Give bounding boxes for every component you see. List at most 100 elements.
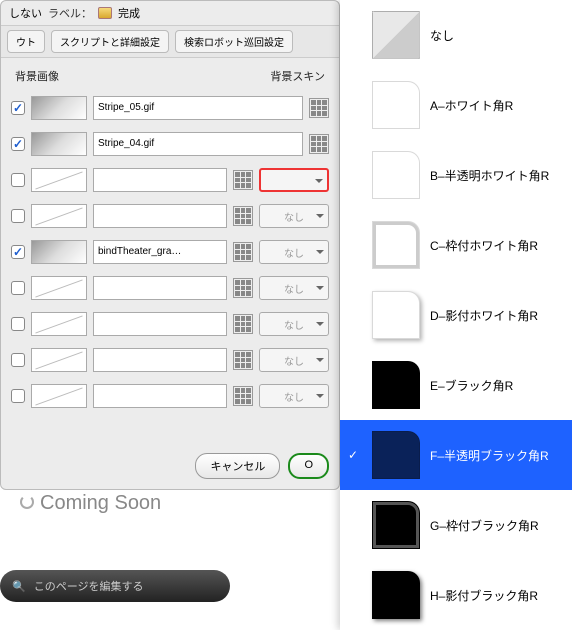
- grid-icon[interactable]: [233, 278, 253, 298]
- dropdown-label: C–枠付ホワイト角R: [430, 237, 538, 254]
- grid-icon[interactable]: [233, 350, 253, 370]
- row-swatch[interactable]: [31, 204, 87, 228]
- label-prefix: ラベル：: [48, 5, 92, 21]
- skin-select[interactable]: なし: [259, 276, 329, 300]
- folder-icon: [98, 7, 112, 19]
- skin-thumbnail: [372, 571, 420, 619]
- skin-thumbnail: [372, 11, 420, 59]
- row-swatch[interactable]: [31, 276, 87, 300]
- row-checkbox[interactable]: [11, 209, 25, 223]
- dropdown-label: D–影付ホワイト角R: [430, 307, 538, 324]
- tab-robot[interactable]: 検索ロボット巡回設定: [175, 30, 293, 53]
- row-swatch[interactable]: [31, 312, 87, 336]
- dropdown-item[interactable]: B–半透明ホワイト角R: [340, 140, 572, 210]
- tab-layout[interactable]: ウト: [7, 30, 45, 53]
- skin-thumbnail: [372, 291, 420, 339]
- tab-script[interactable]: スクリプトと詳細設定: [51, 30, 169, 53]
- grid-icon[interactable]: [233, 386, 253, 406]
- dropdown-item[interactable]: C–枠付ホワイト角R: [340, 210, 572, 280]
- row-checkbox[interactable]: [11, 353, 25, 367]
- row-filename[interactable]: bindTheater_gra…: [93, 240, 227, 264]
- row-checkbox[interactable]: [11, 137, 25, 151]
- row-filename[interactable]: [93, 276, 227, 300]
- row-swatch[interactable]: [31, 132, 87, 156]
- section-bg-skin: 背景スキン: [270, 68, 325, 84]
- bg-row: bindTheater_gra… なし: [11, 234, 329, 270]
- skin-select[interactable]: なし: [259, 384, 329, 408]
- bg-row: Stripe_05.gif: [11, 90, 329, 126]
- dropdown-item[interactable]: G–枠付ブラック角R: [340, 490, 572, 560]
- dropdown-label: なし: [430, 27, 454, 44]
- row-filename[interactable]: [93, 348, 227, 372]
- bg-row: Stripe_04.gif: [11, 126, 329, 162]
- grid-icon[interactable]: [309, 98, 329, 118]
- row-filename[interactable]: Stripe_04.gif: [93, 132, 303, 156]
- skin-thumbnail: [372, 501, 420, 549]
- bg-rows: Stripe_05.gifStripe_04.gifなしbindTheater_…: [1, 88, 339, 416]
- bg-row: なし: [11, 198, 329, 234]
- bg-row: [11, 162, 329, 198]
- skin-select[interactable]: [259, 168, 329, 192]
- grid-icon[interactable]: [233, 242, 253, 262]
- skin-thumbnail: [372, 431, 420, 479]
- skin-select[interactable]: なし: [259, 204, 329, 228]
- dropdown-label: E–ブラック角R: [430, 377, 513, 394]
- grid-icon[interactable]: [233, 170, 253, 190]
- skin-select[interactable]: なし: [259, 240, 329, 264]
- skin-thumbnail: [372, 151, 420, 199]
- grid-icon[interactable]: [309, 134, 329, 154]
- coming-soon: Coming Soon: [20, 492, 161, 515]
- dropdown-label: G–枠付ブラック角R: [430, 517, 539, 534]
- row-swatch[interactable]: [31, 168, 87, 192]
- skin-dropdown[interactable]: なし A–ホワイト角R B–半透明ホワイト角R C–枠付ホワイト角R D–影付ホワイト角…: [340, 0, 572, 630]
- edit-page-bar[interactable]: 🔍 このページを編集する: [0, 570, 230, 602]
- bg-row: なし: [11, 270, 329, 306]
- row-checkbox[interactable]: [11, 101, 25, 115]
- label-row: しない ラベル： 完成: [1, 1, 339, 25]
- row-swatch[interactable]: [31, 240, 87, 264]
- check-icon: ✓: [348, 448, 362, 462]
- grid-icon[interactable]: [233, 206, 253, 226]
- ok-button[interactable]: O: [288, 453, 329, 479]
- row-swatch[interactable]: [31, 348, 87, 372]
- dropdown-item[interactable]: なし: [340, 0, 572, 70]
- skin-thumbnail: [372, 81, 420, 129]
- dropdown-item[interactable]: A–ホワイト角R: [340, 70, 572, 140]
- row-checkbox[interactable]: [11, 281, 25, 295]
- row-filename[interactable]: [93, 168, 227, 192]
- section-bg-image: 背景画像: [15, 68, 59, 84]
- dropdown-label: H–影付ブラック角R: [430, 587, 538, 604]
- skin-select[interactable]: なし: [259, 348, 329, 372]
- dialog-buttons: キャンセル O: [195, 453, 329, 479]
- dropdown-label: B–半透明ホワイト角R: [430, 167, 549, 184]
- grid-icon[interactable]: [233, 314, 253, 334]
- settings-dialog: しない ラベル： 完成 ウト スクリプトと詳細設定 検索ロボット巡回設定 背景画…: [0, 0, 340, 490]
- dropdown-item[interactable]: H–影付ブラック角R: [340, 560, 572, 630]
- row-filename[interactable]: Stripe_05.gif: [93, 96, 303, 120]
- row-swatch[interactable]: [31, 96, 87, 120]
- row-filename[interactable]: [93, 384, 227, 408]
- bg-row: なし: [11, 378, 329, 414]
- row-swatch[interactable]: [31, 384, 87, 408]
- edit-page-label: このページを編集する: [34, 578, 144, 594]
- dropdown-item[interactable]: E–ブラック角R: [340, 350, 572, 420]
- row-checkbox[interactable]: [11, 317, 25, 331]
- tab-bar: ウト スクリプトと詳細設定 検索ロボット巡回設定: [1, 25, 339, 58]
- search-icon: 🔍: [12, 580, 26, 593]
- row-checkbox[interactable]: [11, 389, 25, 403]
- row-filename[interactable]: [93, 204, 227, 228]
- skin-thumbnail: [372, 221, 420, 269]
- bg-row: なし: [11, 342, 329, 378]
- done-label: 完成: [118, 5, 140, 21]
- row-filename[interactable]: [93, 312, 227, 336]
- spinner-icon: [20, 495, 34, 509]
- row-checkbox[interactable]: [11, 173, 25, 187]
- cancel-button[interactable]: キャンセル: [195, 453, 280, 479]
- dropdown-item[interactable]: ✓ F–半透明ブラック角R: [340, 420, 572, 490]
- not-label: しない: [9, 5, 42, 21]
- dropdown-label: F–半透明ブラック角R: [430, 447, 549, 464]
- section-headers: 背景画像 背景スキン: [1, 58, 339, 88]
- dropdown-item[interactable]: D–影付ホワイト角R: [340, 280, 572, 350]
- row-checkbox[interactable]: [11, 245, 25, 259]
- skin-select[interactable]: なし: [259, 312, 329, 336]
